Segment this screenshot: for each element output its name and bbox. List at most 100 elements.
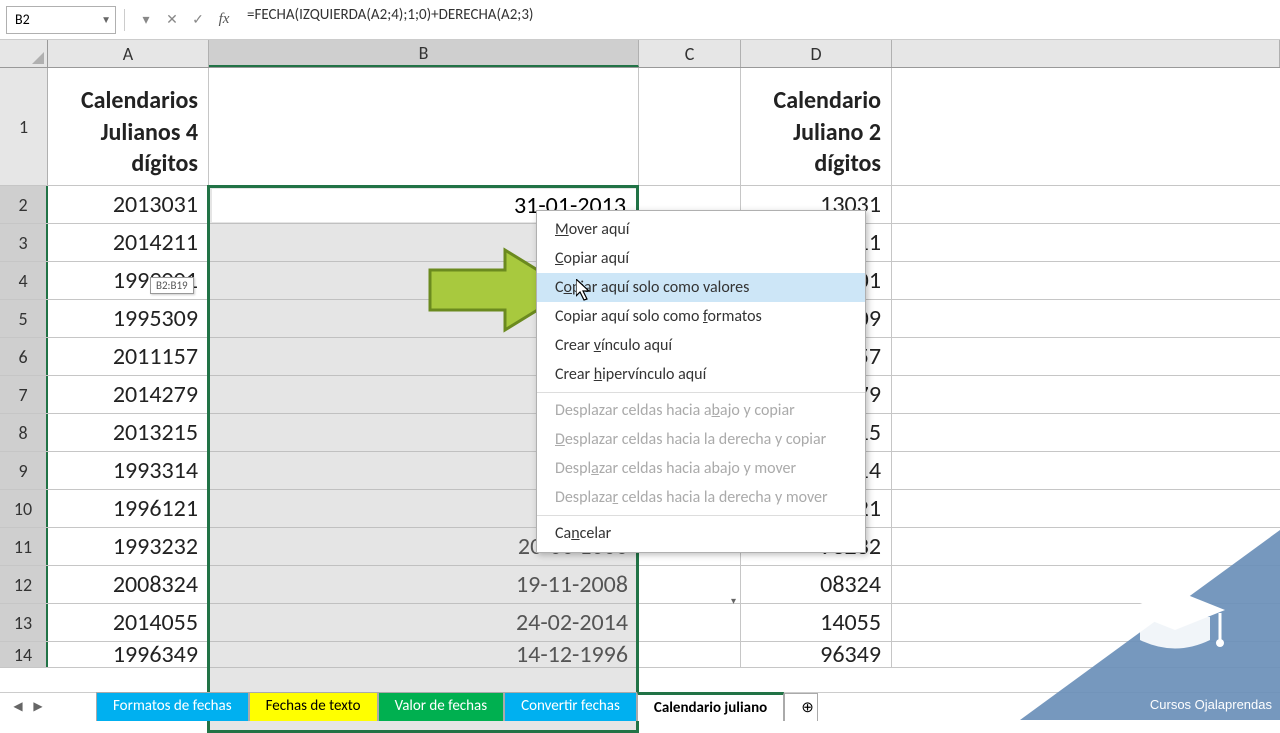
cell-a11[interactable]: 1993232 [48, 528, 209, 565]
cell-a2[interactable]: 2013031 [48, 186, 209, 223]
cell-e9[interactable] [892, 452, 1280, 489]
cell-d14[interactable]: 96349 [741, 642, 892, 667]
cell-e12[interactable] [892, 566, 1280, 603]
dropdown-arrow-icon[interactable]: ▼ [101, 13, 111, 26]
tab-nav: ◀ ▶ [0, 697, 56, 717]
cursor-icon [576, 279, 596, 303]
column-headers: A B C D [0, 40, 1280, 68]
cell-b1[interactable] [209, 68, 639, 185]
row-header-11[interactable]: 11 [0, 528, 48, 565]
cell-e14[interactable] [892, 642, 1280, 667]
cell-e13[interactable] [892, 604, 1280, 641]
row-header-14[interactable]: 14 [0, 642, 48, 667]
menu-item: Desplazar celdas hacia abajo y mover [537, 454, 865, 483]
name-box[interactable]: B2 ▼ [6, 6, 116, 34]
cell-d13[interactable]: 14055 [741, 604, 892, 641]
dropdown-icon[interactable]: ▾ [133, 7, 159, 33]
cell-e1[interactable] [892, 68, 1280, 185]
add-sheet-button[interactable]: ⊕ [784, 693, 818, 721]
menu-item[interactable]: Cancelar [537, 519, 865, 548]
sheet-tab[interactable]: Convertir fechas [504, 692, 637, 721]
select-all-corner[interactable] [0, 40, 48, 67]
tab-next-icon[interactable]: ▶ [28, 697, 48, 717]
cell-a10[interactable]: 1996121 [48, 490, 209, 527]
cell-a3[interactable]: 2014211 [48, 224, 209, 261]
cell-e10[interactable] [892, 490, 1280, 527]
cell-e8[interactable] [892, 414, 1280, 451]
menu-item[interactable]: Crear hipervínculo aquí [537, 360, 865, 389]
cell-e11[interactable] [892, 528, 1280, 565]
cell-e6[interactable] [892, 338, 1280, 375]
row-header-7[interactable]: 7 [0, 376, 48, 413]
menu-item: Desplazar celdas hacia abajo y copiar [537, 396, 865, 425]
cell-a6[interactable]: 2011157 [48, 338, 209, 375]
cell-c1[interactable] [639, 68, 741, 185]
cell-b13[interactable]: 24-02-2014 [209, 604, 639, 641]
cell-a8[interactable]: 2013215 [48, 414, 209, 451]
row-header-3[interactable]: 3 [0, 224, 48, 261]
cell-e5[interactable] [892, 300, 1280, 337]
row-header-8[interactable]: 8 [0, 414, 48, 451]
col-header-b[interactable]: B [209, 40, 639, 67]
menu-item: Desplazar celdas hacia la derecha y move… [537, 483, 865, 512]
col-header-blank[interactable] [892, 40, 1280, 67]
table-row: 12 2008324 19-11-2008 08324 [0, 566, 1280, 604]
sheet-tab[interactable]: Formatos de fechas [96, 692, 249, 721]
col-header-a[interactable]: A [48, 40, 209, 67]
cell-e2[interactable] [892, 186, 1280, 223]
sheet-tabs-bar: ◀ ▶ Formatos de fechasFechas de textoVal… [0, 692, 1280, 720]
menu-separator [537, 392, 865, 393]
fx-icon[interactable]: fx [211, 7, 237, 33]
menu-item: Desplazar celdas hacia la derecha y copi… [537, 425, 865, 454]
cell-b12[interactable]: 19-11-2008 [209, 566, 639, 603]
name-box-value: B2 [15, 11, 30, 28]
cell-e7[interactable] [892, 376, 1280, 413]
formula-bar: B2 ▼ ▾ ✕ ✓ fx =FECHA(IZQUIERDA(A2;4);1;0… [0, 0, 1280, 40]
cell-d1[interactable]: Calendario Juliano 2 dígitos [741, 68, 892, 185]
table-row: 14 1996349 14-12-1996 96349 [0, 642, 1280, 668]
cell-a12[interactable]: 2008324 [48, 566, 209, 603]
cell-a14[interactable]: 1996349 [48, 642, 209, 667]
cell-e4[interactable] [892, 262, 1280, 299]
row-header-13[interactable]: 13 [0, 604, 48, 641]
menu-separator [537, 515, 865, 516]
autofill-arrow-icon[interactable]: ▾ [731, 594, 736, 607]
cell-a13[interactable]: 2014055 [48, 604, 209, 641]
formula-input[interactable]: =FECHA(IZQUIERDA(A2;4);1;0)+DERECHA(A2;3… [237, 6, 1274, 34]
table-row: 13 2014055 24-02-2014 14055 [0, 604, 1280, 642]
menu-item[interactable]: Crear vínculo aquí [537, 331, 865, 360]
cell-c12[interactable] [639, 566, 741, 603]
drag-tooltip: B2:B19 [150, 277, 194, 294]
sheet-tab[interactable]: Fechas de texto [249, 692, 378, 721]
row-header-12[interactable]: 12 [0, 566, 48, 603]
row-header-9[interactable]: 9 [0, 452, 48, 489]
separator [124, 9, 125, 31]
cell-c13[interactable] [639, 604, 741, 641]
context-menu: Mover aquíCopiar aquí Copiar aquí solo co… [536, 210, 866, 553]
cell-d12[interactable]: 08324 [741, 566, 892, 603]
cell-e3[interactable] [892, 224, 1280, 261]
menu-item[interactable]: Mover aquí [537, 215, 865, 244]
cell-b14[interactable]: 14-12-1996 [209, 642, 639, 667]
tab-prev-icon[interactable]: ◀ [8, 697, 28, 717]
menu-item[interactable]: Copiar aquí [537, 244, 865, 273]
cell-c14[interactable] [639, 642, 741, 667]
cancel-icon[interactable]: ✕ [159, 7, 185, 33]
row-header-4[interactable]: 4 [0, 262, 48, 299]
row-header-2[interactable]: 2 [0, 186, 48, 223]
menu-item[interactable]: Copiar aquí solo como formatos [537, 302, 865, 331]
confirm-icon[interactable]: ✓ [185, 7, 211, 33]
cell-a5[interactable]: 1995309 [48, 300, 209, 337]
cell-a1[interactable]: Calendarios Julianos 4 dígitos [48, 68, 209, 185]
col-header-c[interactable]: C [639, 40, 741, 67]
sheet-tab[interactable]: Calendario juliano [637, 692, 784, 721]
sheet-tab[interactable]: Valor de fechas [378, 692, 505, 721]
row-header-1[interactable]: 1 [0, 68, 48, 185]
table-header-row: 1 Calendarios Julianos 4 dígitos Calenda… [0, 68, 1280, 186]
row-header-10[interactable]: 10 [0, 490, 48, 527]
cell-a9[interactable]: 1993314 [48, 452, 209, 489]
cell-a7[interactable]: 2014279 [48, 376, 209, 413]
row-header-5[interactable]: 5 [0, 300, 48, 337]
row-header-6[interactable]: 6 [0, 338, 48, 375]
col-header-d[interactable]: D [741, 40, 892, 67]
